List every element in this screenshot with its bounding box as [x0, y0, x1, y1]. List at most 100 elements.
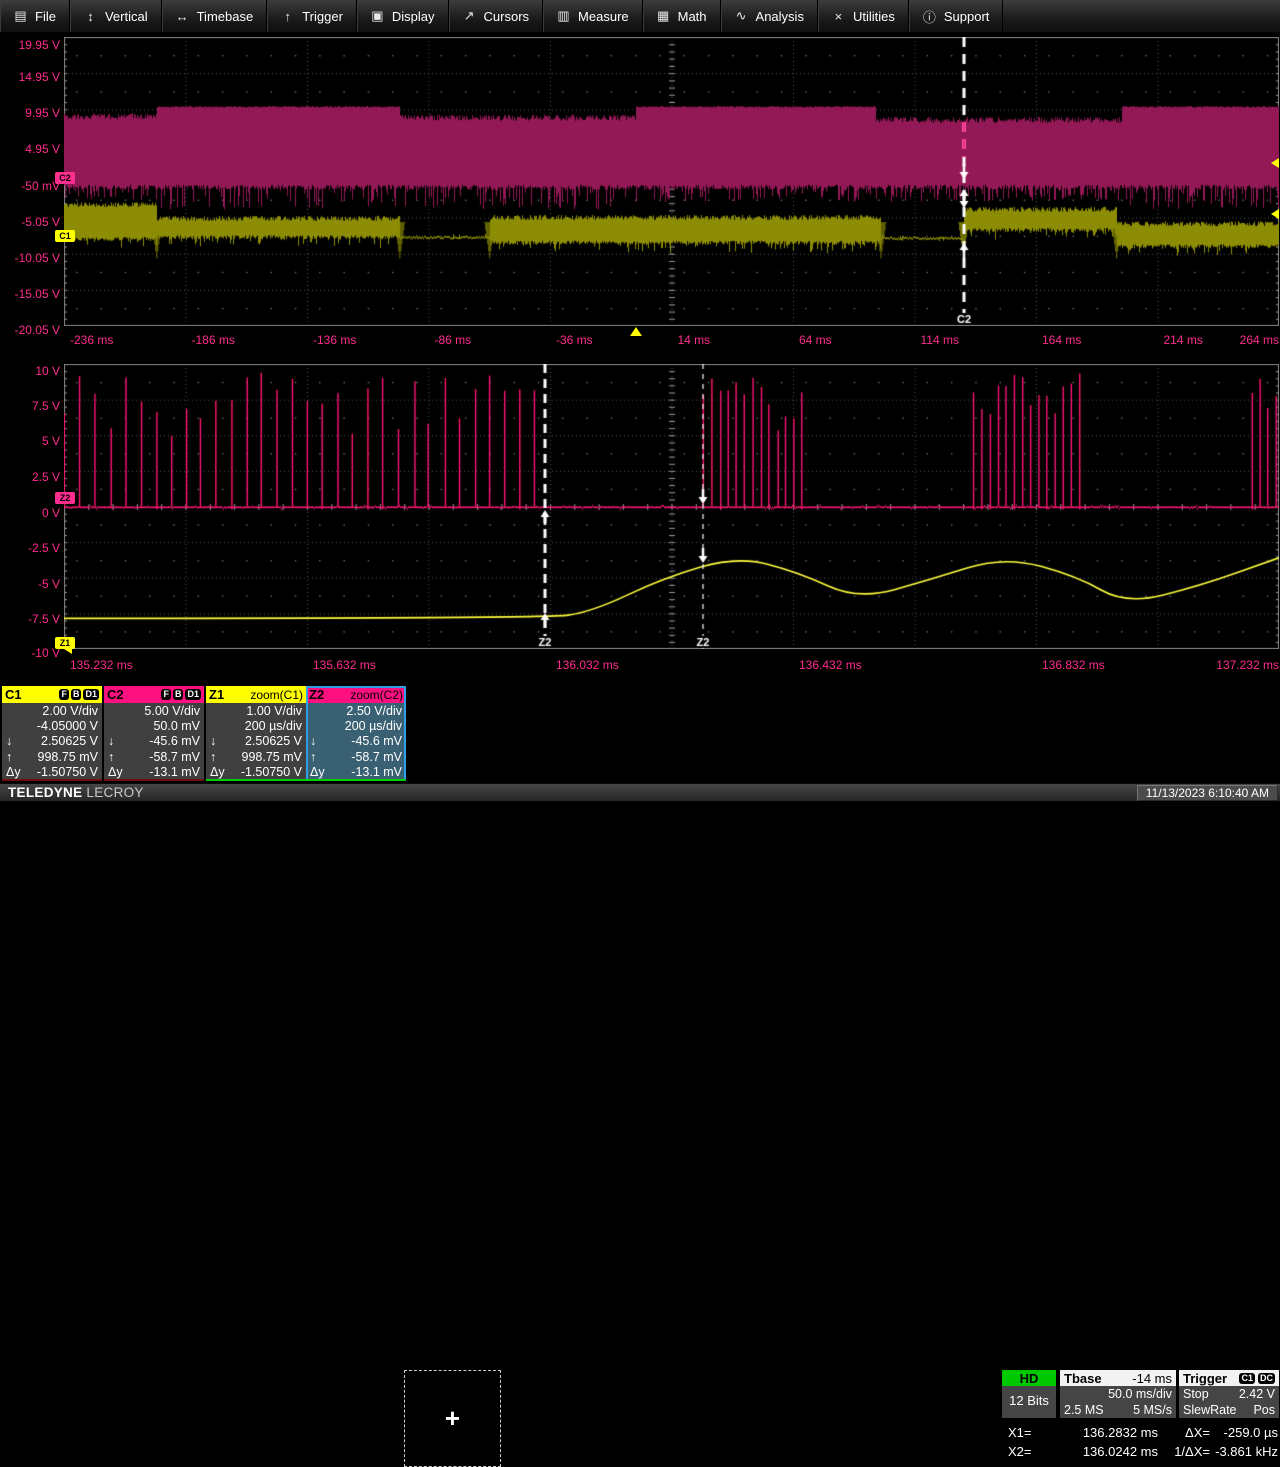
- menu-item-measure[interactable]: ▥Measure: [543, 0, 643, 32]
- menu-item-label: Utilities: [853, 9, 895, 24]
- channel-name: Z2: [309, 687, 324, 702]
- flag-chip-d1: D1: [185, 689, 201, 700]
- hd-mode-box[interactable]: HD 12 Bits: [1002, 1370, 1056, 1418]
- descriptor-box-c2[interactable]: C2FBD15.00 V/div50.0 mV↓-45.6 mV↑-58.7 m…: [104, 686, 204, 781]
- zoom-badge-z2[interactable]: Z2: [55, 492, 75, 504]
- cursor-value: -45.6 mV: [351, 734, 402, 748]
- x-tick-label: -236 ms: [70, 333, 113, 347]
- cursor-value: -13.1 mV: [351, 765, 402, 779]
- measure-icon: ▥: [556, 8, 571, 24]
- descriptor-header: C2FBD1: [104, 686, 204, 703]
- grid-indicator-strip: [104, 779, 204, 781]
- zoom-grid-waveform-canvas[interactable]: [64, 364, 1279, 649]
- y-tick-label: -7.5 V: [0, 612, 60, 626]
- descriptor-box-z2[interactable]: Z2zoom(C2)2.50 V/div200 µs/div↓-45.6 mV↑…: [306, 686, 406, 781]
- cursor-value-row: ↑-58.7 mV: [310, 750, 402, 765]
- value-row: -4.05000 V: [6, 719, 98, 734]
- cursor-value: -1.50750 V: [37, 765, 98, 779]
- y-tick-label: -10.05 V: [0, 251, 60, 265]
- cursor-glyph: ↓: [6, 734, 12, 748]
- timebase-samples: 2.5 MS: [1064, 1403, 1104, 1419]
- invdx-label: 1/ΔX=: [1158, 1444, 1214, 1459]
- x-tick-label: 64 ms: [799, 333, 832, 347]
- cursor-glyph: Δy: [6, 765, 21, 779]
- menu-item-label: Vertical: [105, 9, 148, 24]
- cursor-value: -58.7 mV: [149, 750, 200, 764]
- trigger-slope: Pos: [1253, 1403, 1275, 1419]
- timebase-offset: -14 ms: [1132, 1371, 1172, 1386]
- cursor-value-row: Δy -1.50750 V: [6, 765, 98, 780]
- y-tick-label: -2.5 V: [0, 541, 60, 555]
- x-tick-label: 214 ms: [1164, 333, 1203, 347]
- trigger-box[interactable]: Trigger C1DC Stop2.42 V SlewRatePos: [1179, 1370, 1279, 1418]
- y-tick-label: 0 V: [0, 506, 60, 520]
- zoom-source-label: zoom(C2): [350, 688, 403, 702]
- descriptor-box-c1[interactable]: C1FBD12.00 V/div-4.05000 V↓2.50625 V↑998…: [2, 686, 102, 781]
- menu-item-file[interactable]: ▤File: [0, 0, 70, 32]
- timebase-per-div: 50.0 ms/div: [1108, 1387, 1172, 1403]
- trigger-mode: Stop: [1183, 1387, 1209, 1403]
- value-row: 200 µs/div: [210, 719, 302, 734]
- menu-item-utilities[interactable]: × Utilities: [818, 0, 909, 32]
- x-tick-label: -36 ms: [556, 333, 593, 347]
- channel-name: Z1: [209, 687, 224, 702]
- cursor-glyph: Δy: [210, 765, 225, 779]
- flag-chip-b: B: [173, 689, 184, 700]
- y-tick-label: -20.05 V: [0, 323, 60, 337]
- menu-item-analysis[interactable]: ∿Analysis: [721, 0, 818, 32]
- menu-item-display[interactable]: ▣Display: [357, 0, 449, 32]
- hd-label: HD: [1002, 1370, 1056, 1386]
- y-tick-label: -5.05 V: [0, 215, 60, 229]
- flag-chip-f: F: [161, 689, 171, 700]
- menu-item-label: Display: [392, 9, 435, 24]
- menu-item-label: Trigger: [302, 9, 343, 24]
- y-tick-label: -10 V: [0, 646, 60, 660]
- trace-level-marker-icon: [1271, 209, 1279, 219]
- cursor-readout: X1= 136.2832 ms ΔX= -259.0 µs X2= 136.02…: [1008, 1423, 1278, 1461]
- cursor-value: 2.50625 V: [245, 734, 302, 748]
- timebase-box[interactable]: Tbase -14 ms 50.0 ms/div 2.5 MS5 MS/s: [1060, 1370, 1176, 1418]
- analysis-chart-icon: ∿: [734, 8, 749, 24]
- x1-label: X1=: [1008, 1425, 1046, 1440]
- dx-label: ΔX=: [1158, 1425, 1214, 1440]
- grid-indicator-strip: [206, 779, 306, 781]
- main-grid-waveform-canvas[interactable]: [64, 37, 1279, 326]
- menu-item-label: Cursors: [484, 9, 530, 24]
- cursor-glyph: ↓: [108, 734, 114, 748]
- flag-chip-d1: D1: [83, 689, 99, 700]
- x-tick-label: 135.632 ms: [313, 658, 376, 672]
- menu-item-vertical[interactable]: ↕Vertical: [70, 0, 162, 32]
- trigger-position-marker-icon: [630, 327, 642, 336]
- value-row: 200 µs/div: [310, 719, 402, 734]
- flag-chip-b: B: [71, 689, 82, 700]
- x-tick-label: 14 ms: [678, 333, 711, 347]
- invdx-value: -3.861 kHz: [1214, 1444, 1278, 1459]
- trigger-chip-dc: DC: [1258, 1373, 1275, 1384]
- menu-item-cursors[interactable]: ↗ Cursors: [449, 0, 544, 32]
- x2-value: 136.0242 ms: [1046, 1444, 1158, 1459]
- file-icon: ▤: [13, 8, 28, 24]
- utilities-tools-icon: ×: [831, 9, 846, 24]
- cursor-value: -1.50750 V: [241, 765, 302, 779]
- cursor-arrow-icon: ↗: [462, 8, 477, 24]
- cursor-glyph: Δy: [108, 765, 123, 779]
- descriptor-values: 1.00 V/div200 µs/div↓2.50625 V↑998.75 mV…: [206, 703, 306, 780]
- channel-badge-c2[interactable]: C2: [55, 172, 75, 184]
- y-tick-label: 19.95 V: [0, 38, 60, 52]
- cursor-value-row: Δy -1.50750 V: [210, 765, 302, 780]
- y-tick-label: -15.05 V: [0, 287, 60, 301]
- cursor-value-row: Δy-13.1 mV: [310, 765, 402, 780]
- menu-item-support[interactable]: ⓘSupport: [909, 0, 1004, 32]
- timebase-rate: 5 MS/s: [1133, 1403, 1172, 1419]
- trace-level-marker-icon: [1271, 158, 1279, 168]
- menu-item-math[interactable]: ▦Math: [643, 0, 721, 32]
- x-tick-label: 136.432 ms: [799, 658, 862, 672]
- x1-value: 136.2832 ms: [1046, 1425, 1158, 1440]
- menu-item-timebase[interactable]: ↔Timebase: [162, 0, 268, 32]
- menu-item-trigger[interactable]: ↑Trigger: [267, 0, 357, 32]
- descriptor-box-z1[interactable]: Z1zoom(C1)1.00 V/div200 µs/div↓2.50625 V…: [206, 686, 306, 781]
- channel-badge-c1[interactable]: C1: [55, 230, 75, 242]
- add-trace-dropzone[interactable]: +: [404, 1370, 501, 1467]
- x-tick-label: 114 ms: [921, 333, 959, 347]
- cursor-value-row: ↓2.50625 V: [210, 734, 302, 749]
